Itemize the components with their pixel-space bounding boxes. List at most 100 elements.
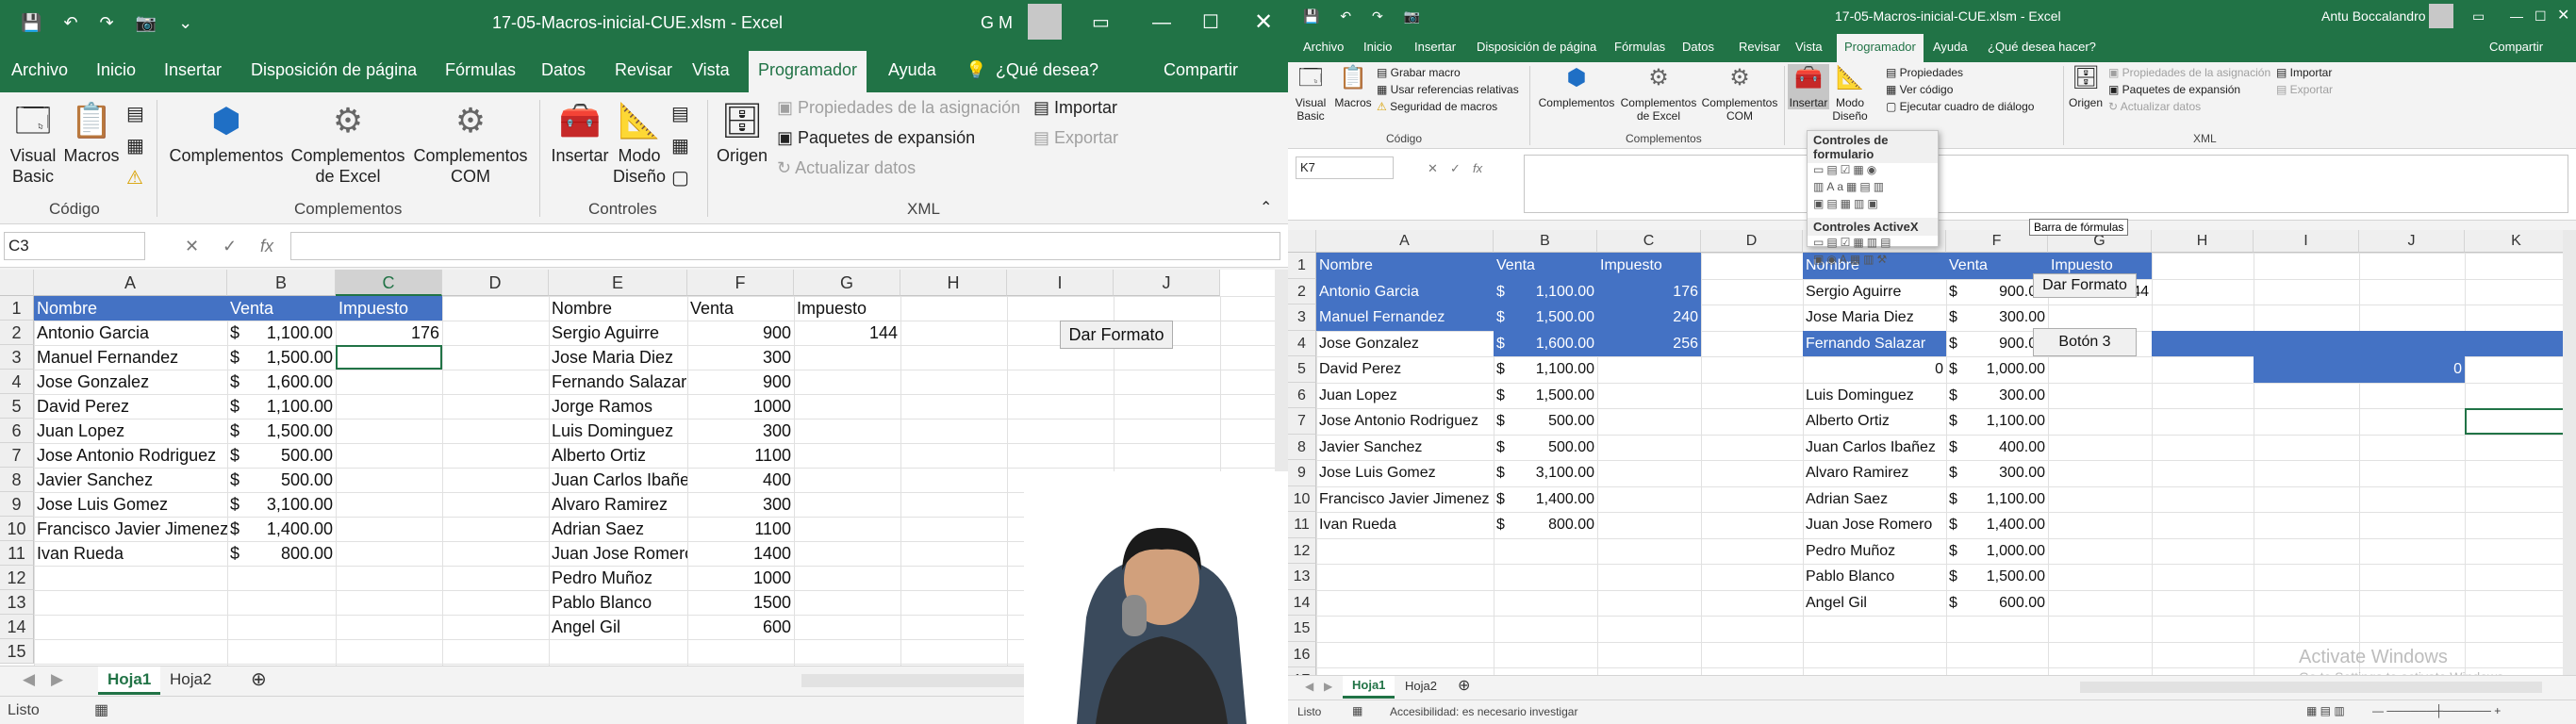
minimize-icon[interactable]: — (2510, 0, 2523, 32)
close-icon[interactable]: ✕ (2557, 0, 2569, 32)
table2-name[interactable]: Alberto Ortiz (549, 443, 687, 468)
table2-header[interactable]: Venta (687, 296, 794, 321)
table1-name[interactable]: Juan Lopez (1316, 383, 1494, 409)
table2-sales[interactable]: 1500 (687, 590, 794, 615)
table1-name[interactable]: David Perez (34, 394, 227, 419)
column-header-k[interactable]: K (2465, 230, 2563, 253)
properties-button[interactable]: ▤ Propiedades (1886, 66, 1963, 79)
table1-tax[interactable]: 176 (336, 321, 442, 345)
table2-name[interactable]: Jose Maria Diez (1803, 304, 1946, 331)
row-header-12[interactable]: 12 (0, 566, 34, 590)
row-header-7[interactable]: 7 (1288, 408, 1316, 435)
table1-name[interactable]: Manuel Fernandez (1316, 304, 1494, 331)
table2-tax[interactable]: 144 (794, 321, 900, 345)
undo-icon[interactable]: ↶ (63, 0, 77, 45)
fx-icon[interactable]: fx (1473, 155, 1482, 183)
undo-icon[interactable]: ↶ (1340, 0, 1351, 32)
sales-cell[interactable]: $1,400.00 (1494, 486, 1597, 513)
horizontal-scrollbar[interactable] (2080, 682, 2542, 693)
sales-cell[interactable]: $1,400.00 (1946, 512, 2048, 538)
row-header-5[interactable]: 5 (1288, 356, 1316, 383)
save-icon[interactable]: 💾 (21, 0, 41, 45)
visual-basic-button[interactable]: 🗔 Visual Basic (1290, 64, 1331, 123)
avatar[interactable] (1028, 4, 1062, 40)
zoom-slider[interactable]: — ──────┼────── + (2372, 704, 2501, 717)
worksheet-grid[interactable]: ABCDEFGHIJK123456789101112131415161718No… (1288, 230, 2563, 675)
tab-archivo[interactable]: Archivo (1299, 34, 1347, 62)
table2-e5-value[interactable]: 0 (1803, 356, 1946, 383)
table1-name[interactable]: Jose Antonio Rodriguez (1316, 408, 1494, 435)
sales-cell[interactable]: $600.00 (1946, 590, 2048, 617)
cancel-icon[interactable]: ✕ (1428, 155, 1438, 183)
row-header-15[interactable]: 15 (0, 639, 34, 664)
sheet-tab-hoja1[interactable]: Hoja1 (98, 666, 161, 695)
sales-cell[interactable]: $1,600.00 (227, 370, 336, 394)
map-properties-button[interactable]: ▣ Propiedades de la asignación (2108, 66, 2271, 79)
name-box[interactable]: K7 (1296, 156, 1394, 179)
expansion-packs-button[interactable]: ▣ Paquetes de expansión (2108, 83, 2240, 96)
expansion-packs-button[interactable]: ▣ Paquetes de expansión (777, 128, 975, 148)
table1-name[interactable]: Jose Luis Gomez (34, 492, 227, 517)
macro-record-icon[interactable]: ▦ (94, 700, 108, 719)
row-header-11[interactable]: 11 (0, 541, 34, 566)
table2-name[interactable]: Adrian Saez (549, 517, 687, 541)
view-normal-icon[interactable]: ▦ ▤ ▥ (2306, 704, 2345, 717)
ribbon-display-icon[interactable]: ▭ (1092, 0, 1110, 45)
table1-name[interactable]: Antonio Garcia (34, 321, 227, 345)
sales-cell[interactable]: $1,500.00 (1494, 383, 1597, 409)
sheet-scroll-left-icon[interactable]: ◀ (13, 666, 44, 695)
lightbulb-icon[interactable]: 💡 (962, 51, 990, 92)
enter-icon[interactable]: ✓ (1450, 155, 1461, 183)
table2-header[interactable]: Impuesto (794, 296, 900, 321)
sales-cell[interactable]: $800.00 (1494, 512, 1597, 538)
sales-cell[interactable]: $1,500.00 (227, 345, 336, 370)
table2-name[interactable]: Adrian Saez (1803, 486, 1946, 513)
sales-cell[interactable]: $1,100.00 (227, 394, 336, 419)
insert-control-button[interactable]: 🧰 Insertar (1788, 64, 1829, 109)
com-addins-button[interactable]: ⚙ Complementos COM (409, 100, 532, 187)
relative-refs-icon[interactable]: ▦ (126, 134, 144, 157)
redo-icon[interactable]: ↷ (1372, 0, 1383, 32)
customize-qat-icon[interactable]: ⌄ (178, 0, 192, 45)
macros-button[interactable]: 📋 Macros (60, 100, 123, 166)
design-mode-button[interactable]: 📐 Modo Diseño (1831, 64, 1869, 123)
table2-name[interactable]: Jose Maria Diez (549, 345, 687, 370)
table1-name[interactable]: Antonio Garcia (1316, 278, 1494, 304)
sales-cell[interactable]: $1,500.00 (1494, 304, 1597, 331)
run-dialog-button[interactable]: ▢ Ejecutar cuadro de diálogo (1886, 100, 2034, 113)
column-header-i[interactable]: I (2254, 230, 2359, 253)
sales-cell[interactable]: $1,100.00 (1946, 408, 2048, 435)
tab-programador[interactable]: Programador (749, 51, 867, 92)
row-header-13[interactable]: 13 (0, 590, 34, 615)
table1-name[interactable]: Jose Luis Gomez (1316, 460, 1494, 486)
record-macro-icon[interactable]: ▤ (126, 102, 144, 125)
save-icon[interactable]: 💾 (1303, 0, 1319, 32)
macro-security-icon[interactable]: ⚠ (126, 166, 143, 189)
visual-basic-button[interactable]: 🗔 Visual Basic (8, 100, 58, 187)
enter-icon[interactable]: ✓ (223, 232, 237, 260)
maximize-icon[interactable]: ☐ (2535, 0, 2547, 32)
activex-controls-row-2[interactable]: ▣◉A▦▥⚒ (1808, 253, 1938, 270)
row-header-3[interactable]: 3 (1288, 304, 1316, 331)
form-controls-row-3[interactable]: ▣▤▦▥▣ (1808, 197, 1938, 214)
dar-formato-button[interactable]: Dar Formato (2033, 273, 2137, 298)
formula-input[interactable] (290, 232, 1280, 260)
table1-header[interactable]: Venta (1494, 253, 1597, 279)
avatar[interactable] (2429, 4, 2453, 28)
table1-header[interactable]: Impuesto (1597, 253, 1701, 279)
tab-inicio[interactable]: Inicio (1360, 34, 1395, 62)
column-header-b[interactable]: B (1494, 230, 1597, 253)
table1-name[interactable]: David Perez (1316, 356, 1494, 383)
insert-control-button[interactable]: 🧰 Insertar (547, 100, 613, 166)
collapse-ribbon-icon[interactable]: ⌃ (1260, 198, 1272, 217)
row-header-8[interactable]: 8 (1288, 434, 1316, 460)
table2-sales[interactable]: 1400 (687, 541, 794, 566)
run-dialog-icon[interactable]: ▢ (671, 166, 689, 189)
tab-archivo[interactable]: Archivo (8, 51, 72, 92)
sales-cell[interactable]: $1,000.00 (1946, 356, 2048, 383)
row-header-2[interactable]: 2 (1288, 278, 1316, 304)
row-header-16[interactable]: 16 (1288, 641, 1316, 667)
table2-name[interactable]: Jorge Ramos (549, 394, 687, 419)
export-button[interactable]: ▤ Exportar (1033, 128, 1118, 148)
tab-ayuda[interactable]: Ayuda (884, 51, 940, 92)
